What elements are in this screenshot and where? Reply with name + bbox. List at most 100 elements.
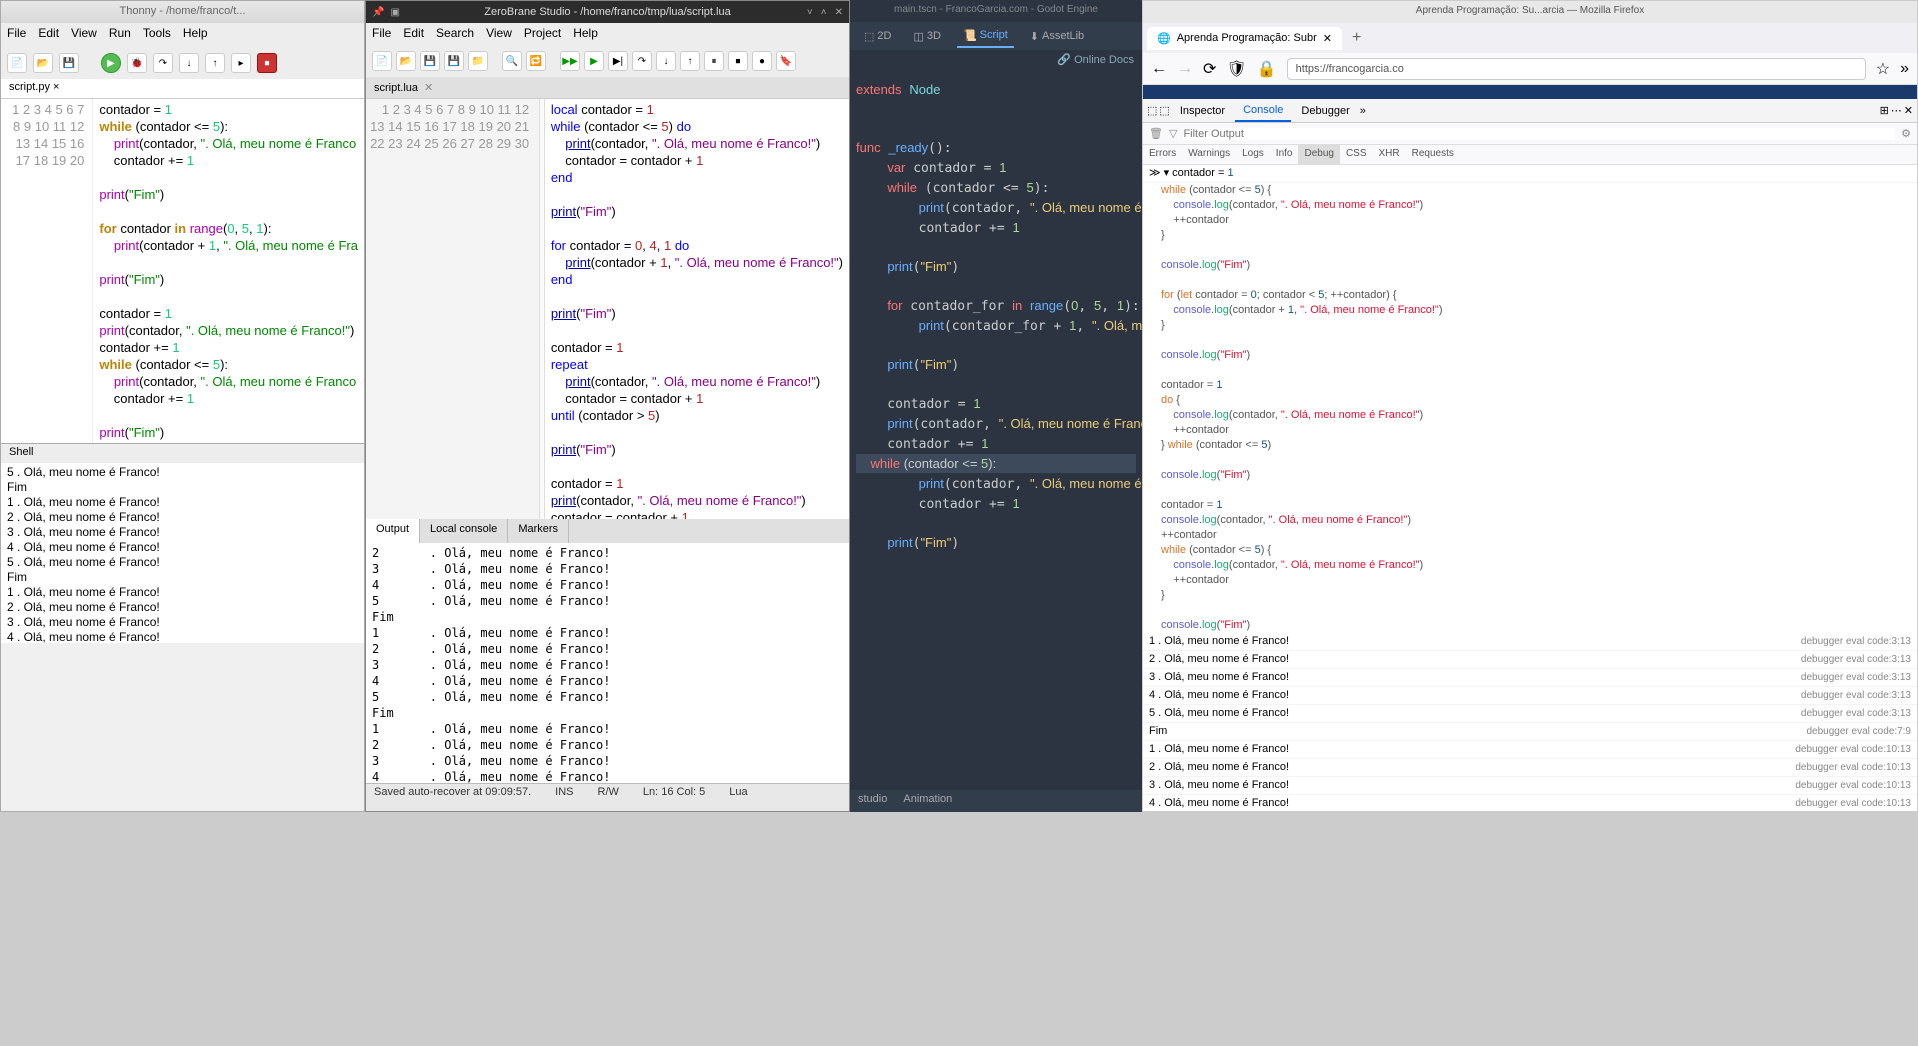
tab-close-icon[interactable]: ✕ <box>424 81 433 94</box>
menu-help[interactable]: Help <box>573 26 598 42</box>
thonny-titlebar[interactable]: Thonny - /home/franco/t... <box>1 1 364 23</box>
line-gutter: 1 2 3 4 5 6 7 8 9 10 11 12 13 14 15 16 1… <box>1 99 93 443</box>
console-output[interactable]: ≫ ▾ contador = 1 while (contador <= 5) {… <box>1143 165 1917 811</box>
overflow-icon[interactable]: » <box>1900 60 1909 78</box>
tab-close-icon[interactable]: ✕ <box>1323 32 1332 45</box>
tab-markers[interactable]: Markers <box>508 519 569 543</box>
menu-tools[interactable]: Tools <box>143 26 171 44</box>
tab-script[interactable]: 📜Script <box>957 25 1014 48</box>
tab-animation[interactable]: Animation <box>903 793 952 809</box>
dock-icon[interactable]: ⊞ <box>1880 104 1889 117</box>
back-icon[interactable]: ← <box>1151 60 1167 78</box>
shell-output[interactable]: 5 . Olá, meu nome é Franco! Fim 1 . Olá,… <box>1 463 364 643</box>
menu-view[interactable]: View <box>71 26 97 44</box>
saveall-icon[interactable]: 💾 <box>444 51 464 71</box>
tab-console[interactable]: Console <box>1235 100 1291 122</box>
menu-run[interactable]: Run <box>109 26 131 44</box>
step-into-icon[interactable]: ↓ <box>179 53 199 73</box>
stop-icon[interactable]: ⏹ <box>257 53 277 73</box>
picker-icon[interactable]: ⬚ <box>1159 104 1169 117</box>
cat-errors[interactable]: Errors <box>1143 145 1182 164</box>
step-icon[interactable]: ↷ <box>632 51 652 71</box>
editor-tab[interactable]: script.py × <box>1 79 364 99</box>
cat-requests[interactable]: Requests <box>1406 145 1460 164</box>
menu-view[interactable]: View <box>486 26 512 42</box>
url-bar[interactable]: https://francogarcia.co <box>1287 58 1866 80</box>
new-file-icon[interactable]: 📄 <box>7 53 27 73</box>
python-editor[interactable]: 1 2 3 4 5 6 7 8 9 10 11 12 13 14 15 16 1… <box>1 99 364 443</box>
step-out-icon[interactable]: ↑ <box>680 51 700 71</box>
resume-icon[interactable]: ▸ <box>231 53 251 73</box>
step-out-icon[interactable]: ↑ <box>205 53 225 73</box>
dt-more-icon[interactable]: ⋯ <box>1891 104 1902 117</box>
step-in-icon[interactable]: ↓ <box>656 51 676 71</box>
bp-icon[interactable]: ● <box>752 51 772 71</box>
menu-project[interactable]: Project <box>524 26 561 42</box>
cat-debug[interactable]: Debug <box>1298 145 1339 164</box>
menu-help[interactable]: Help <box>183 26 208 44</box>
new-icon[interactable]: 📄 <box>372 51 392 71</box>
bookmark-icon[interactable]: 🔖 <box>776 51 796 71</box>
menu-search[interactable]: Search <box>436 26 474 42</box>
editor-tab[interactable]: script.lua✕ <box>366 77 849 99</box>
cat-info[interactable]: Info <box>1270 145 1299 164</box>
tab-localconsole[interactable]: Local console <box>420 519 508 543</box>
replace-icon[interactable]: 🔁 <box>526 51 546 71</box>
stop-icon[interactable]: ⏹ <box>728 51 748 71</box>
forward-icon[interactable]: → <box>1177 60 1193 78</box>
tab-3d[interactable]: ◫3D <box>907 26 946 47</box>
open-file-icon[interactable]: 📂 <box>33 53 53 73</box>
break-icon[interactable]: ⏸ <box>704 51 724 71</box>
bookmark-icon[interactable]: ☆ <box>1876 59 1890 79</box>
menu-file[interactable]: File <box>372 26 391 42</box>
find-icon[interactable]: 🔍 <box>502 51 522 71</box>
close-icon[interactable]: ✕ <box>835 7 843 18</box>
save-file-icon[interactable]: 💾 <box>59 53 79 73</box>
menu-file[interactable]: File <box>7 26 26 44</box>
shield-icon[interactable]: 🛡 <box>1226 59 1246 79</box>
minimize-icon[interactable]: ˅ <box>807 7 813 18</box>
step-over-icon[interactable]: ↷ <box>153 53 173 73</box>
debug-start-icon[interactable]: ▶| <box>608 51 628 71</box>
maximize-icon[interactable]: ˄ <box>821 7 827 18</box>
lua-editor[interactable]: 1 2 3 4 5 6 7 8 9 10 11 12 13 14 15 16 1… <box>366 99 849 519</box>
open-icon[interactable]: 📂 <box>396 51 416 71</box>
responsive-icon[interactable]: ⬚ <box>1147 104 1157 117</box>
run-icon[interactable]: ▶ <box>101 53 121 73</box>
godot-titlebar[interactable]: main.tscn - FrancoGarcia.com - Godot Eng… <box>850 0 1142 22</box>
browser-tab[interactable]: 🌐Aprenda Programação: Subr✕ <box>1147 27 1342 50</box>
run-icon[interactable]: ▶▶ <box>560 51 580 71</box>
tab-debugger[interactable]: Debugger <box>1293 101 1357 121</box>
cat-warnings[interactable]: Warnings <box>1182 145 1236 164</box>
gdscript-editor[interactable]: extends Node func _ready(): var contador… <box>850 74 1142 559</box>
code-content[interactable]: local contador = 1 while (contador <= 5)… <box>545 99 849 519</box>
cat-xhr[interactable]: XHR <box>1373 145 1406 164</box>
filter-input[interactable] <box>1183 128 1895 140</box>
code-content[interactable]: contador = 1 while (contador <= 5): prin… <box>93 99 364 443</box>
tab-assetlib[interactable]: ⬇AssetLib <box>1024 26 1090 47</box>
trash-icon[interactable]: 🗑 <box>1149 127 1163 140</box>
settings-icon[interactable]: ⚙ <box>1901 127 1911 140</box>
tab-studio[interactable]: studio <box>858 793 887 809</box>
zb-titlebar[interactable]: 📌▣ ZeroBrane Studio - /home/franco/tmp/l… <box>366 1 849 23</box>
menu-edit[interactable]: Edit <box>403 26 424 42</box>
debug-icon[interactable]: 🐞 <box>127 53 147 73</box>
run2-icon[interactable]: ▶ <box>584 51 604 71</box>
new-tab-button[interactable]: + <box>1342 29 1371 47</box>
tab-inspector[interactable]: Inspector <box>1172 101 1233 121</box>
reload-icon[interactable]: ⟳ <box>1203 59 1216 79</box>
projdir-icon[interactable]: 📁 <box>468 51 488 71</box>
save-icon[interactable]: 💾 <box>420 51 440 71</box>
pin-icon[interactable]: 📌 <box>372 7 384 18</box>
cat-logs[interactable]: Logs <box>1236 145 1270 164</box>
dt-close-icon[interactable]: ✕ <box>1904 104 1913 117</box>
ff-titlebar[interactable]: Aprenda Programação: Su...arcia — Mozill… <box>1143 1 1917 23</box>
tab-output[interactable]: Output <box>366 519 420 543</box>
output-panel[interactable]: 2 . Olá, meu nome é Franco! 3 . Olá, meu… <box>366 543 849 783</box>
shell-tab[interactable]: Shell <box>1 443 364 463</box>
online-docs-link[interactable]: 🔗 Online Docs <box>1057 53 1134 71</box>
cat-css[interactable]: CSS <box>1340 145 1373 164</box>
tab-2d[interactable]: ⬚2D <box>858 26 897 47</box>
more-tabs-icon[interactable]: » <box>1360 105 1366 117</box>
menu-edit[interactable]: Edit <box>38 26 59 44</box>
